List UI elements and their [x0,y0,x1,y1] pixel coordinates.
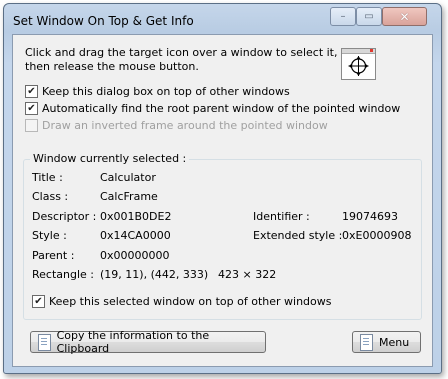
dialog-client-area: Click and drag the target icon over a wi… [12,34,433,367]
checkbox-box[interactable]: ✔ [25,85,38,98]
checkmark-icon: ✔ [34,295,43,307]
checkbox-box[interactable]: ✔ [25,102,38,115]
maximize-icon: ▭ [364,10,374,22]
minimize-icon: – [340,10,346,22]
close-button[interactable]: ✕ [382,7,427,26]
menu-document-icon [359,334,373,351]
app-window: Set Window On Top & Get Info – ▭ ✕ Click… [3,3,442,374]
keep-selected-on-top-label: Keep this selected window on top of othe… [49,295,332,308]
close-icon: ✕ [399,9,410,24]
title-bar[interactable]: Set Window On Top & Get Info – ▭ ✕ [4,4,441,34]
target-finder-icon[interactable] [341,48,376,80]
class-label: Class : [32,190,69,203]
keep-selected-on-top-checkbox[interactable]: ✔ Keep this selected window on top of ot… [32,295,332,308]
rectangle-label: Rectangle : [32,268,94,281]
identifier-label: Identifier : [253,210,310,223]
checkbox-box[interactable]: ✔ [32,295,45,308]
style-value: 0x14CA0000 [100,229,171,242]
title-value: Calculator [100,171,156,184]
keep-on-top-checkbox[interactable]: ✔ Keep this dialog box on top of other w… [25,85,290,98]
draw-inverted-frame-checkbox[interactable]: Draw an inverted frame around the pointe… [25,119,328,132]
menu-button-label: Menu [379,335,410,349]
copy-to-clipboard-button[interactable]: Copy the information to the Clipboard [30,329,266,355]
rectangle-size: 423 × 322 [218,268,277,281]
group-title: Window currently selected : [30,152,190,165]
checkmark-icon: ✔ [27,85,36,97]
rectangle-value: (19, 11), (442, 333) [100,268,209,281]
style-label: Style : [32,229,67,242]
descriptor-label: Descriptor : [32,210,97,223]
maximize-button[interactable]: ▭ [356,7,382,26]
descriptor-value: 0x001B0DE2 [100,210,172,223]
class-value: CalcFrame [100,190,158,203]
instructions-text: Click and drag the target icon over a wi… [25,46,338,73]
find-root-parent-checkbox[interactable]: ✔ Automatically find the root parent win… [25,102,400,115]
copy-button-label: Copy the information to the Clipboard [56,329,210,355]
checkbox-box[interactable] [25,119,38,132]
parent-value: 0x00000000 [100,249,170,262]
checkmark-icon: ✔ [27,102,36,114]
clipboard-document-icon [37,334,51,351]
menu-button[interactable]: Menu [352,331,421,353]
keep-on-top-label: Keep this dialog box on top of other win… [42,85,290,98]
crosshair-icon [348,56,369,76]
selected-window-group: Window currently selected : Title : Calc… [23,152,422,320]
window-title: Set Window On Top & Get Info [13,14,194,28]
identifier-value: 19074693 [342,210,398,223]
minimize-button[interactable]: – [330,7,356,26]
extended-style-label: Extended style : [253,229,343,242]
find-root-parent-label: Automatically find the root parent windo… [42,102,401,115]
parent-label: Parent : [32,249,75,262]
title-label: Title : [32,171,63,184]
draw-inverted-frame-label: Draw an inverted frame around the pointe… [42,119,328,132]
extended-style-value: 0xE0000908 [342,229,412,242]
